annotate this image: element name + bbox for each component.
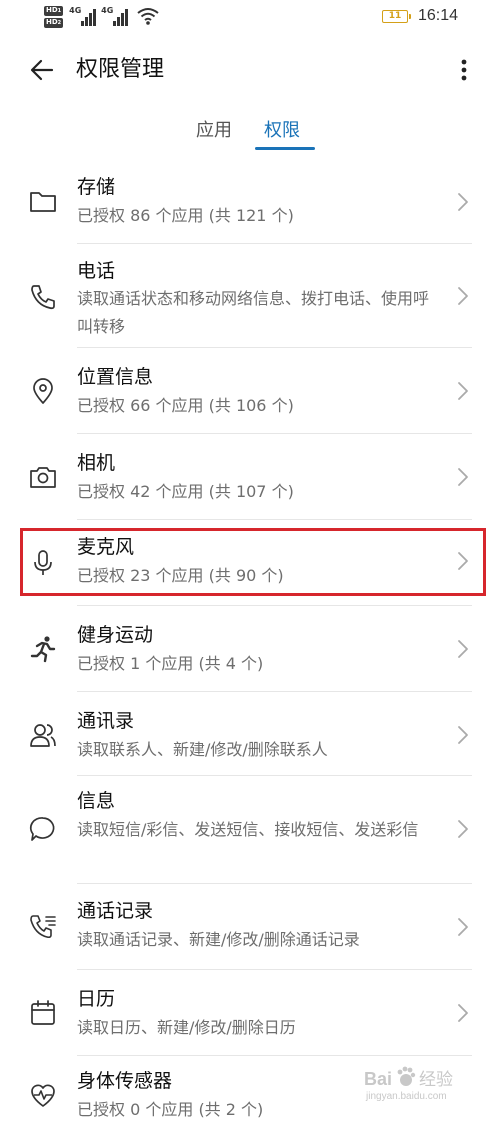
permission-item-camera[interactable]: 相机 已授权 42 个应用 (共 107 个) [0, 434, 500, 520]
permission-item-messages[interactable]: 信息 读取短信/彩信、发送短信、接收短信、发送彩信 [0, 776, 500, 884]
contacts-icon [30, 724, 56, 747]
permission-description: 已授权 86 个应用 (共 121 个) [77, 206, 294, 225]
paw-icon [397, 1066, 416, 1086]
camera-icon [30, 467, 56, 488]
network-type-sim1: 4G [69, 6, 82, 15]
permission-item-fitness[interactable]: 健身运动 已授权 1 个应用 (共 4 个) [0, 606, 500, 692]
watermark-suffix: 经验 [419, 1070, 453, 1090]
permission-title: 身体传感器 [77, 1070, 173, 1092]
permission-description: 已授权 42 个应用 (共 107 个) [77, 482, 294, 501]
page-title: 权限管理 [76, 57, 165, 82]
permission-item-location[interactable]: 位置信息 已授权 66 个应用 (共 106 个) [0, 348, 500, 434]
permission-title: 通话记录 [77, 900, 154, 922]
hd-badge-2-label: HD [46, 18, 58, 26]
calendar-icon [31, 1000, 55, 1025]
permission-item-storage[interactable]: 存储 已授权 86 个应用 (共 121 个) [0, 160, 500, 244]
clock: 16:14 [417, 7, 458, 24]
status-bar-left: HD1 HD2 4G 4G [44, 6, 159, 28]
chevron-right-icon [458, 287, 468, 305]
back-arrow-icon[interactable] [28, 56, 56, 84]
more-options-icon[interactable] [452, 54, 476, 86]
permission-description: 已授权 66 个应用 (共 106 个) [77, 396, 294, 415]
permission-title: 通讯录 [77, 710, 135, 732]
permission-item-calendar[interactable]: 日历 读取日历、新建/修改/删除日历 [0, 970, 500, 1056]
permission-description: 读取联系人、新建/修改/删除联系人 [77, 740, 328, 759]
battery-icon: 11 [381, 9, 411, 23]
chevron-right-icon [458, 640, 468, 658]
permission-item-contacts[interactable]: 通讯录 读取联系人、新建/修改/删除联系人 [0, 692, 500, 776]
signal-icon-sim1: 4G [69, 6, 97, 26]
location-pin-icon [33, 378, 53, 404]
tab-active-indicator [255, 147, 315, 150]
hd-badge-2: HD2 [44, 18, 64, 28]
heart-rate-icon [31, 1084, 55, 1107]
permission-title: 日历 [77, 988, 116, 1010]
permission-title: 存储 [77, 176, 116, 198]
permission-title: 相机 [77, 452, 116, 474]
status-bar: HD1 HD2 4G 4G 11 16:14 [0, 0, 500, 38]
signal-icon-sim2: 4G [101, 6, 129, 26]
permission-title: 健身运动 [77, 624, 154, 646]
baidu-jingyan-watermark: Bai 经验 jingyan.baidu.com [364, 1066, 453, 1101]
battery-level: 11 [388, 11, 402, 21]
hd-badge-1-label: HD [46, 6, 58, 14]
app-header: 权限管理 [0, 48, 500, 92]
permission-item-call-log[interactable]: 通话记录 读取通话记录、新建/修改/删除通话记录 [0, 884, 500, 970]
folder-icon [30, 192, 56, 212]
chevron-right-icon [458, 918, 468, 936]
chevron-right-icon [458, 1004, 468, 1022]
permission-title: 位置信息 [77, 366, 154, 388]
permission-title: 信息 [77, 790, 116, 812]
permission-item-phone[interactable]: 电话 读取通话状态和移动网络信息、拨打电话、使用呼叫转移 [0, 244, 500, 348]
running-person-icon [30, 636, 56, 663]
call-log-icon [30, 915, 56, 939]
status-bar-right: 11 16:14 [381, 7, 458, 25]
permission-description: 读取通话状态和移动网络信息、拨打电话、使用呼叫转移 [77, 289, 430, 336]
chevron-right-icon [458, 820, 468, 838]
hd-indicators: HD1 HD2 [44, 6, 64, 28]
tab-bar: 应用 权限 [0, 114, 500, 158]
chevron-right-icon [458, 468, 468, 486]
watermark-brand: Bai [364, 1069, 392, 1089]
chevron-right-icon [458, 382, 468, 400]
permission-description: 读取日历、新建/修改/删除日历 [77, 1018, 296, 1037]
permission-description: 读取短信/彩信、发送短信、接收短信、发送彩信 [77, 820, 419, 839]
permission-description: 读取通话记录、新建/修改/删除通话记录 [77, 930, 360, 949]
tab-apps[interactable]: 应用 [196, 118, 232, 144]
chevron-right-icon [458, 193, 468, 211]
permission-title: 电话 [77, 260, 116, 282]
network-type-sim2: 4G [101, 6, 114, 15]
tab-permissions[interactable]: 权限 [264, 118, 300, 144]
wifi-icon [137, 8, 159, 25]
chevron-right-icon [458, 726, 468, 744]
message-bubble-icon [29, 817, 55, 841]
microphone-highlight-box [20, 528, 486, 596]
hd-badge-1: HD1 [44, 6, 64, 16]
phone-icon [31, 285, 55, 310]
permission-description: 已授权 1 个应用 (共 4 个) [77, 654, 264, 673]
watermark-url: jingyan.baidu.com [365, 1091, 447, 1101]
